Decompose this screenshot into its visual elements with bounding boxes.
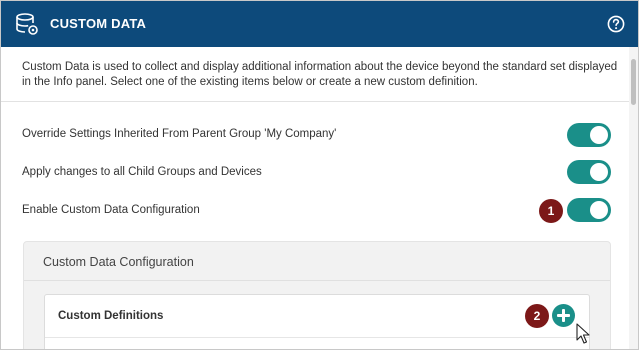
mouse-pointer-icon [576, 323, 590, 344]
config-panel-title: Custom Data Configuration [43, 255, 194, 269]
apply-child-groups-label: Apply changes to all Child Groups and De… [22, 166, 262, 178]
enable-custom-data-label: Enable Custom Data Configuration [22, 204, 200, 216]
override-settings-label: Override Settings Inherited From Parent … [22, 128, 337, 140]
divider [1, 101, 629, 102]
page-title: CUSTOM DATA [50, 16, 147, 31]
description-text: Custom Data is used to collect and displ… [22, 61, 618, 88]
toggle-knob [590, 126, 608, 144]
custom-definitions-card [44, 294, 590, 349]
step-badge-2: 2 [525, 304, 549, 328]
custom-definitions-title: Custom Definitions [58, 310, 164, 322]
scrollbar-thumb[interactable] [631, 59, 636, 105]
divider [24, 280, 610, 281]
custom-data-window: CUSTOM DATA Custom Data is used to colle… [0, 0, 639, 350]
enable-custom-data-toggle[interactable] [567, 198, 611, 222]
toggle-knob [590, 201, 608, 219]
database-icon [16, 13, 38, 35]
header-bar: CUSTOM DATA [1, 1, 638, 47]
divider [45, 337, 589, 338]
add-definition-button[interactable] [552, 304, 575, 327]
override-settings-toggle[interactable] [567, 123, 611, 147]
apply-child-groups-toggle[interactable] [567, 160, 611, 184]
step-badge-1: 1 [539, 199, 563, 223]
toggle-knob [590, 163, 608, 181]
help-circle-icon[interactable] [607, 15, 625, 33]
